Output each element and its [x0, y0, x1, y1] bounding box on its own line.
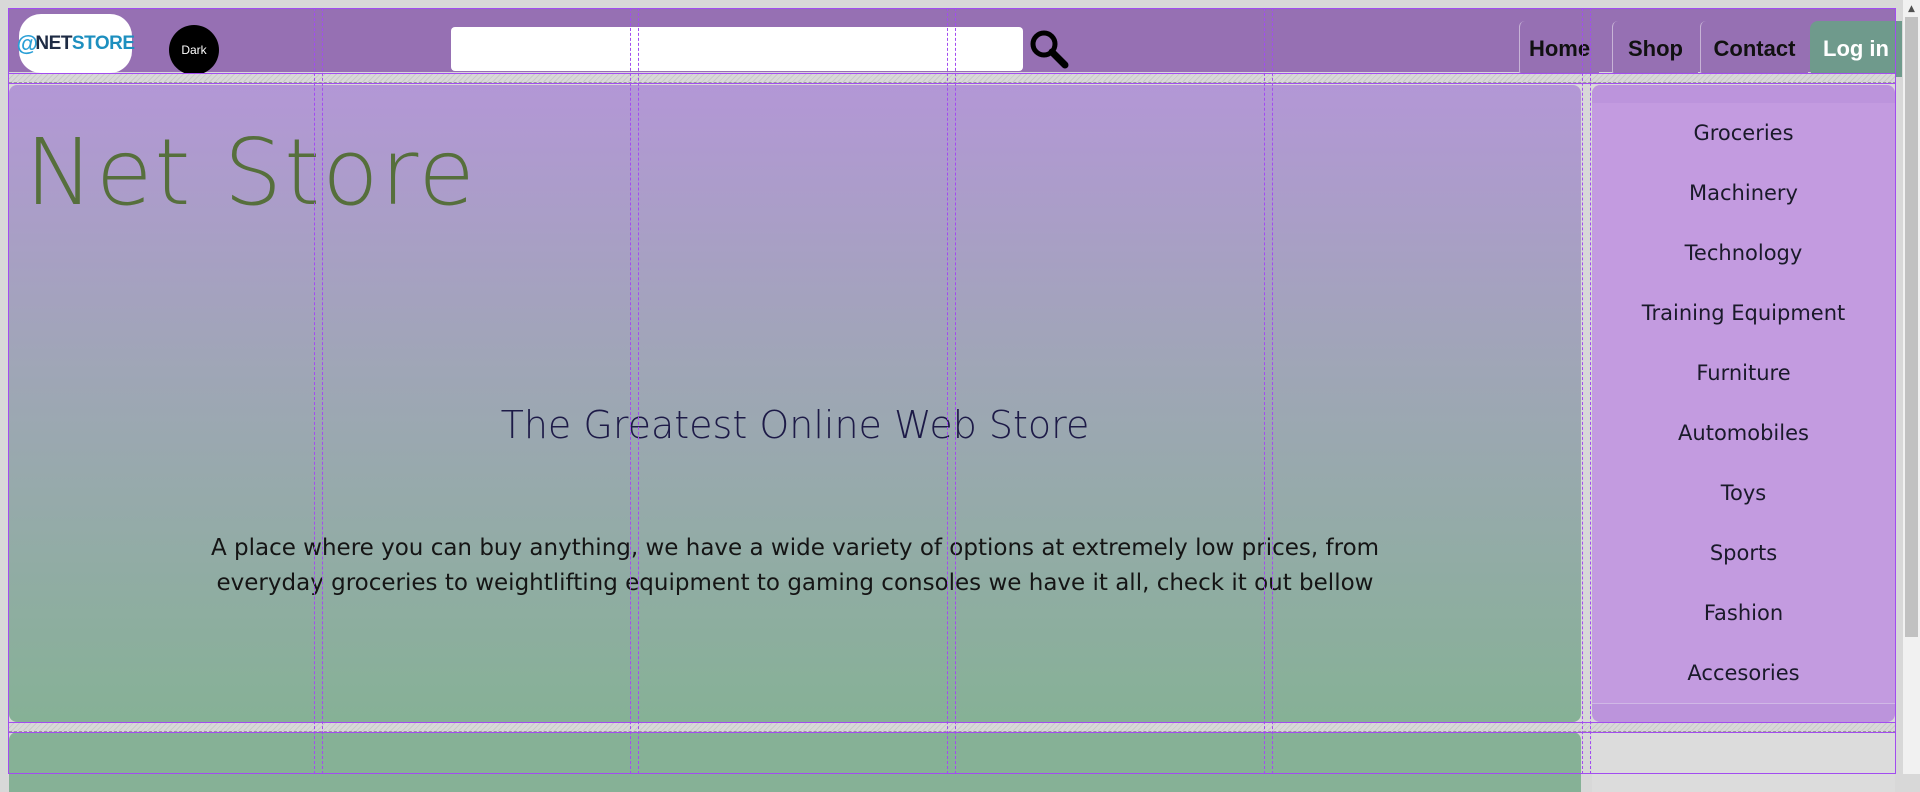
category-toys[interactable]: Toys: [1592, 463, 1895, 524]
hero-subtitle: The Greatest Online Web Store: [500, 403, 1090, 447]
section-separator: [9, 722, 1896, 732]
login-button[interactable]: Log in: [1810, 21, 1902, 77]
nav-shop[interactable]: Shop: [1612, 21, 1698, 77]
category-machinery[interactable]: Machinery: [1592, 163, 1895, 224]
category-fashion[interactable]: Fashion: [1592, 583, 1895, 644]
hero-banner: Net Store The Greatest Online Web Store …: [9, 85, 1581, 722]
hero-title: Net Store: [25, 119, 477, 226]
logo-net: NET: [35, 32, 72, 54]
grid-overlay-row-line: [8, 83, 1896, 84]
search-input[interactable]: [451, 27, 1023, 71]
category-automobiles[interactable]: Automobiles: [1592, 403, 1895, 464]
category-sports[interactable]: Sports: [1592, 523, 1895, 584]
category-technology[interactable]: Technology: [1592, 223, 1895, 284]
category-sidebar: Groceries Machinery Technology Training …: [1592, 85, 1895, 722]
next-section-side: [1592, 732, 1895, 792]
nav-contact[interactable]: Contact: [1700, 21, 1808, 77]
scroll-up-arrow-icon[interactable]: ▲: [1903, 0, 1920, 17]
search-icon[interactable]: [1027, 27, 1071, 71]
logo-at-sign: @: [16, 30, 38, 56]
grid-overlay-line: [1582, 8, 1591, 774]
logo-wordmark: @ NET STORE: [16, 30, 135, 57]
category-accesories[interactable]: Accesories: [1592, 643, 1895, 704]
hero-description: A place where you can buy anything, we h…: [210, 535, 1380, 596]
vertical-scrollbar[interactable]: ▲: [1903, 0, 1920, 774]
scrollbar-thumb[interactable]: [1905, 17, 1918, 637]
next-section-card: [9, 732, 1581, 792]
category-furniture[interactable]: Furniture: [1592, 343, 1895, 404]
top-navbar: @ NET STORE Dark Home Shop Contact Log i…: [9, 9, 1902, 77]
category-groceries[interactable]: Groceries: [1592, 103, 1895, 164]
logo-store: STORE: [71, 32, 135, 54]
nav-home[interactable]: Home: [1519, 21, 1599, 77]
category-training-equipment[interactable]: Training Equipment: [1592, 283, 1895, 344]
header-separator: [9, 73, 1896, 83]
dark-mode-toggle[interactable]: Dark: [169, 25, 219, 75]
netstore-logo[interactable]: @ NET STORE: [16, 14, 135, 73]
